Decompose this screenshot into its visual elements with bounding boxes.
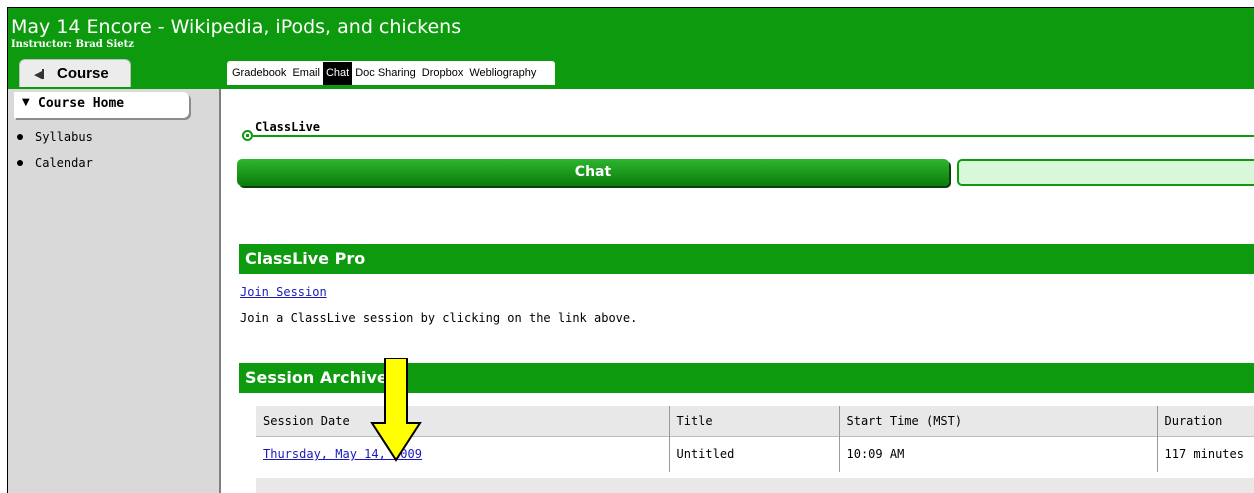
tab-dropbox[interactable]: Dropbox	[419, 62, 467, 85]
course-home-label: Course Home	[38, 96, 125, 111]
tab-webliography[interactable]: Webliography	[466, 62, 539, 85]
session-title-cell: Untitled	[669, 435, 840, 472]
column-header-session-date: Session Date	[256, 406, 670, 436]
classlive-pro-heading: ClassLive Pro	[239, 244, 1254, 274]
column-header-duration: Duration	[1157, 406, 1254, 436]
tool-tabs: Gradebook Email Chat Doc Sharing Dropbox…	[227, 61, 556, 85]
classlive-icon	[242, 130, 253, 141]
chat-secondary-button[interactable]	[957, 159, 1254, 186]
join-session-description: Join a ClassLive session by clicking on …	[240, 311, 638, 325]
classlive-divider	[253, 135, 1254, 137]
sidebar-item-syllabus[interactable]: Syllabus	[14, 130, 93, 144]
session-duration-cell: 117 minutes	[1157, 435, 1254, 472]
course-tab[interactable]: ◀ Course	[19, 59, 131, 87]
instructor-name: Instructor: Brad Sietz	[11, 39, 134, 50]
sidebar-item-calendar[interactable]: Calendar	[14, 156, 93, 170]
column-header-start-time: Start Time (MST)	[839, 406, 1158, 436]
annotation-down-arrow-icon	[370, 358, 422, 462]
classlive-label: ClassLive	[255, 120, 321, 134]
join-session-link[interactable]: Join Session	[240, 285, 327, 299]
session-start-cell: 10:09 AM	[839, 435, 1158, 472]
app-window: May 14 Encore - Wikipedia, iPods, and ch…	[7, 7, 1254, 493]
expand-down-icon: ▼	[22, 97, 30, 108]
collapse-bar-icon	[42, 69, 44, 79]
sidebar-item-label: Calendar	[35, 156, 93, 170]
table-footer	[256, 478, 1254, 493]
sidebar: ▼ Course Home Syllabus Calendar	[8, 89, 220, 493]
header-bar: May 14 Encore - Wikipedia, iPods, and ch…	[8, 8, 1254, 89]
tabs-end-cap	[539, 62, 554, 85]
tab-doc-sharing[interactable]: Doc Sharing	[352, 62, 419, 85]
column-header-title: Title	[669, 406, 840, 436]
tab-chat[interactable]: Chat	[322, 62, 353, 85]
course-tab-label: Course	[57, 65, 109, 82]
tab-gradebook[interactable]: Gradebook	[229, 62, 289, 85]
bullet-icon	[17, 160, 23, 166]
tab-email[interactable]: Email	[289, 62, 323, 85]
sidebar-item-course-home[interactable]: ▼ Course Home	[14, 92, 189, 118]
chat-button[interactable]: Chat	[237, 159, 949, 186]
course-title: May 14 Encore - Wikipedia, iPods, and ch…	[11, 16, 462, 38]
bullet-icon	[17, 134, 23, 140]
session-date-cell: Thursday, May 14, 2009	[256, 435, 670, 472]
sidebar-item-label: Syllabus	[35, 130, 93, 144]
